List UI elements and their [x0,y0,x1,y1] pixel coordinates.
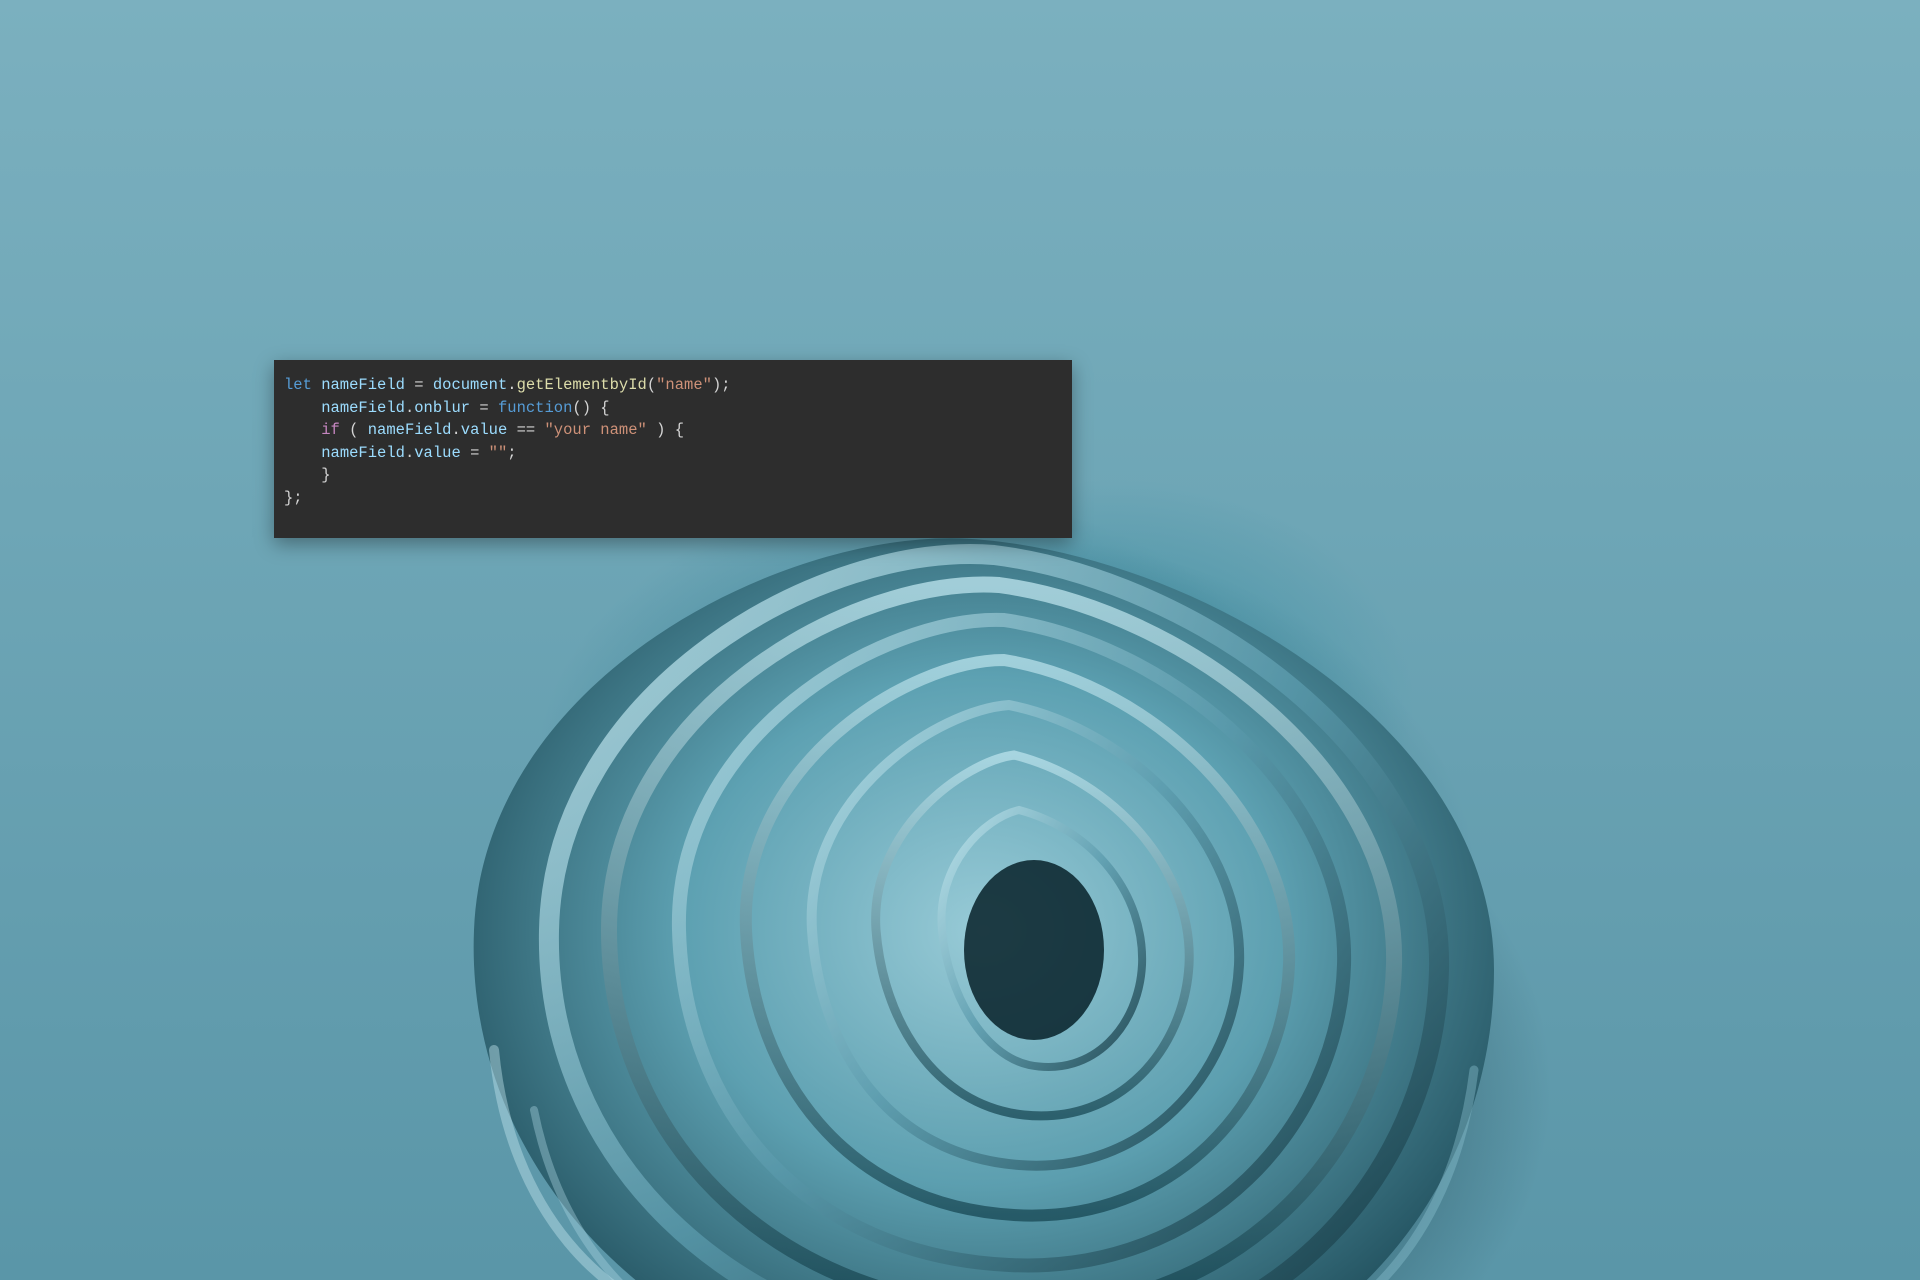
bloom-graphic [384,410,1584,1280]
operator-equals: = [461,444,489,462]
identifier-document: document [433,376,507,394]
punct-dot: . [405,444,414,462]
operator-equals: = [414,376,433,394]
keyword-if: if [321,421,340,439]
code-line: nameField.onblur = function() { [284,399,610,417]
punct-rparen-brace: ) { [647,421,684,439]
punct-dot: . [405,399,414,417]
punct-semi: ; [507,444,516,462]
code-line: if ( nameField.value == "your name" ) { [284,421,684,439]
property-onblur: onblur [414,399,470,417]
indent [284,399,321,417]
punct-lparen: ( [340,421,368,439]
code-editor-panel: let nameField = document.getElementbyId(… [274,360,1072,538]
identifier-nameField: nameField [321,399,405,417]
method-getElementById: getElementbyId [517,376,647,394]
identifier-nameField: nameField [368,421,452,439]
punct-parens-brace: () { [572,399,609,417]
indent [284,421,321,439]
code-line: nameField.value = ""; [284,444,517,462]
keyword-let: let [284,376,312,394]
property-value: value [414,444,461,462]
property-value: value [461,421,508,439]
identifier-nameField: nameField [312,376,414,394]
operator-equals-equals: == [507,421,544,439]
punct-dot: . [507,376,516,394]
punct-rbrace: } [321,466,330,484]
code-line: let nameField = document.getElementbyId(… [284,376,731,394]
punct-rbrace-semi: }; [284,489,303,507]
code-line: }; [284,489,303,507]
identifier-nameField: nameField [321,444,405,462]
keyword-function: function [498,399,572,417]
string-name: "name" [656,376,712,394]
punct-lparen: ( [647,376,656,394]
indent [284,466,321,484]
code-line: } [284,466,331,484]
indent [284,444,321,462]
string-your-name: "your name" [545,421,647,439]
operator-equals: = [470,399,498,417]
punct-dot: . [451,421,460,439]
desktop-wallpaper [0,0,1920,1280]
punct-rparen-semi: ); [712,376,731,394]
string-empty: "" [489,444,508,462]
